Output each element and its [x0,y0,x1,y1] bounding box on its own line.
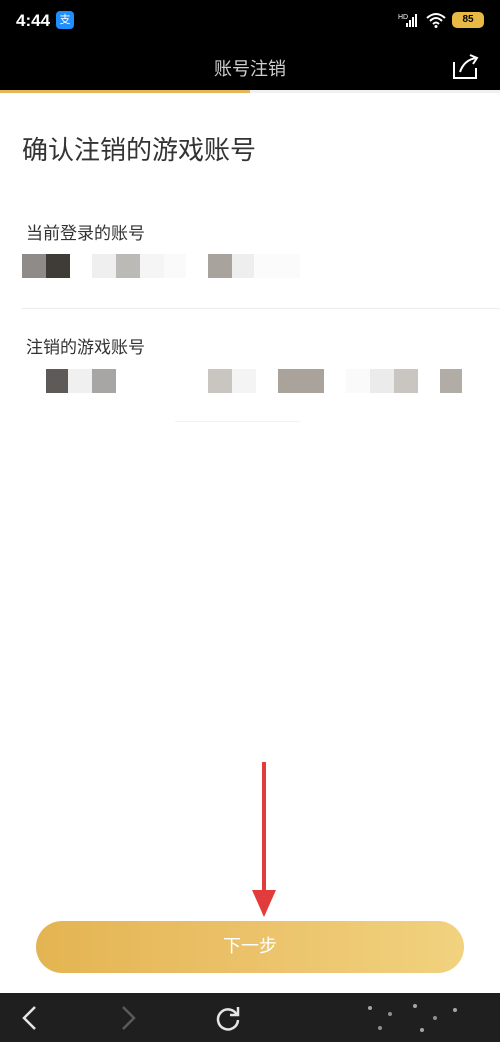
status-bar: 4:44 支 HD 85 [0,0,500,44]
status-time: 4:44 [16,11,51,30]
page-title: 账号注销 [214,59,286,80]
watermark [368,1004,457,1032]
next-step-button[interactable]: 下一步 [36,921,464,973]
faint-separator [175,421,300,422]
current-account-label: 当前登录的账号 [26,224,145,244]
page-heading: 确认注销的游戏账号 [22,136,257,166]
signal-icon: HD [398,14,417,27]
share-icon[interactable] [450,52,480,82]
alipay-icon: 支 [56,11,74,29]
svg-text:HD: HD [398,14,408,21]
step-progress-bar [0,90,500,93]
refresh-icon[interactable] [213,1003,243,1033]
battery-icon: 85 [452,12,484,28]
status-indicators: HD 85 [398,12,484,28]
title-bar: 账号注销 [0,44,500,90]
forward-arrow-icon[interactable] [112,1003,142,1033]
back-arrow-icon[interactable] [16,1003,46,1033]
wifi-icon [426,13,446,28]
target-account-value [22,369,482,393]
step-progress-fill [0,90,250,93]
target-account-label: 注销的游戏账号 [26,338,145,358]
section-divider [22,308,500,309]
current-account-value [22,254,482,278]
red-down-arrow-icon [252,762,276,917]
